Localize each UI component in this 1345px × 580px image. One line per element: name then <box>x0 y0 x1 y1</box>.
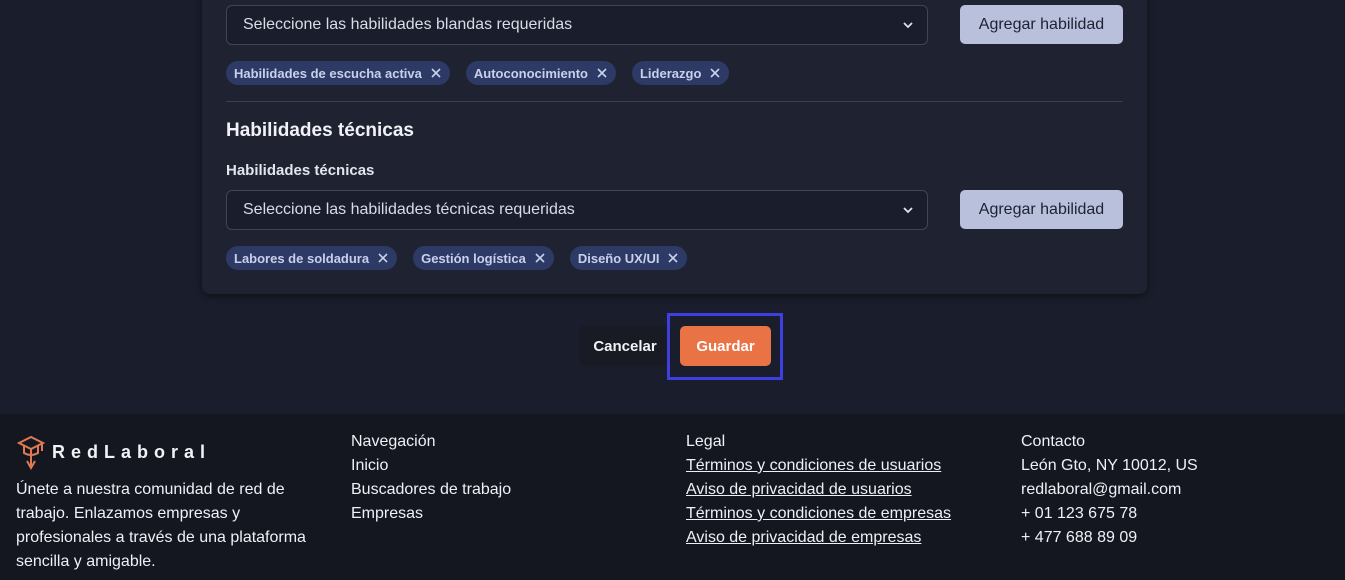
footer-link-company-terms[interactable]: Términos y condiciones de empresas <box>686 502 951 526</box>
save-button[interactable]: Guardar <box>680 326 771 366</box>
footer-contact-title: Contacto <box>1021 433 1086 450</box>
footer-link-company-privacy[interactable]: Aviso de privacidad de empresas <box>686 526 951 550</box>
graduation-cap-icon <box>16 435 46 470</box>
skill-chip-label: Habilidades de escucha activa <box>234 65 422 81</box>
contact-address: León Gto, NY 10012, US <box>1021 457 1198 474</box>
close-icon[interactable] <box>596 67 608 79</box>
cancel-button[interactable]: Cancelar <box>579 326 671 366</box>
skill-chip-label: Liderazgo <box>639 65 702 81</box>
site-footer: RedLaboral Únete a nuestra comunidad de … <box>0 414 1345 580</box>
section-divider <box>226 101 1123 102</box>
soft-skills-select[interactable]: Seleccione las habilidades blandas reque… <box>226 5 928 45</box>
brand-logo[interactable]: RedLaboral <box>16 434 211 470</box>
form-actions: Cancelar <box>579 326 671 366</box>
footer-link-inicio[interactable]: Inicio <box>351 454 511 478</box>
skill-chip-label: Autoconocimiento <box>473 65 588 81</box>
section-title: Habilidades técnicas <box>226 120 414 141</box>
skill-chip: Gestión logística <box>413 246 554 270</box>
tech-skills-select[interactable]: Seleccione las habilidades técnicas requ… <box>226 190 928 230</box>
footer-link-companies[interactable]: Empresas <box>351 502 511 526</box>
tech-skills-chips: Labores de soldadura Gestión logística D… <box>226 246 688 270</box>
tech-skills-select-value: Seleccione las habilidades técnicas requ… <box>243 201 575 218</box>
skill-chip-label: Diseño UX/UI <box>577 250 660 266</box>
chevron-down-icon <box>903 22 913 29</box>
footer-link-user-privacy[interactable]: Aviso de privacidad de usuarios <box>686 478 951 502</box>
skill-chip: Diseño UX/UI <box>569 246 688 270</box>
close-icon[interactable] <box>377 252 389 264</box>
footer-link-job-seekers[interactable]: Buscadores de trabajo <box>351 478 511 502</box>
chevron-down-icon <box>903 207 913 214</box>
skill-chip: Liderazgo <box>631 61 730 85</box>
footer-contact: Contacto León Gto, NY 10012, US redlabor… <box>1021 430 1198 550</box>
footer-link-user-terms[interactable]: Términos y condiciones de usuarios <box>686 454 951 478</box>
skill-chip: Labores de soldadura <box>226 246 398 270</box>
footer-navigation: Navegación Inicio Buscadores de trabajo … <box>351 430 511 526</box>
brand-name: RedLaboral <box>52 441 212 462</box>
soft-skills-chips: Habilidades de escucha activa Autoconoci… <box>226 61 730 85</box>
skills-card: Seleccione las habilidades blandas reque… <box>202 0 1147 294</box>
contact-email: redlaboral@gmail.com <box>1021 481 1182 498</box>
field-label: Habilidades técnicas <box>226 162 375 179</box>
soft-skills-select-value: Seleccione las habilidades blandas reque… <box>243 16 573 33</box>
close-icon[interactable] <box>534 252 546 264</box>
contact-phone: + 01 123 675 78 <box>1021 505 1138 522</box>
skill-chip: Habilidades de escucha activa <box>226 61 450 85</box>
close-icon[interactable] <box>430 67 442 79</box>
contact-phone: + 477 688 89 09 <box>1021 529 1138 546</box>
skill-chip-label: Gestión logística <box>421 250 526 266</box>
footer-legal-title: Legal <box>686 433 726 450</box>
footer-about: Únete a nuestra comunidad de red de trab… <box>16 481 306 570</box>
skill-chip-label: Labores de soldadura <box>234 250 370 266</box>
skill-chip: Autoconocimiento <box>465 61 616 85</box>
close-icon[interactable] <box>709 67 721 79</box>
add-soft-skill-button[interactable]: Agregar habilidad <box>960 5 1123 44</box>
footer-nav-title: Navegación <box>351 433 436 450</box>
footer-legal: Legal Términos y condiciones de usuarios… <box>686 430 951 550</box>
add-tech-skill-button[interactable]: Agregar habilidad <box>960 190 1123 229</box>
close-icon[interactable] <box>667 252 679 264</box>
